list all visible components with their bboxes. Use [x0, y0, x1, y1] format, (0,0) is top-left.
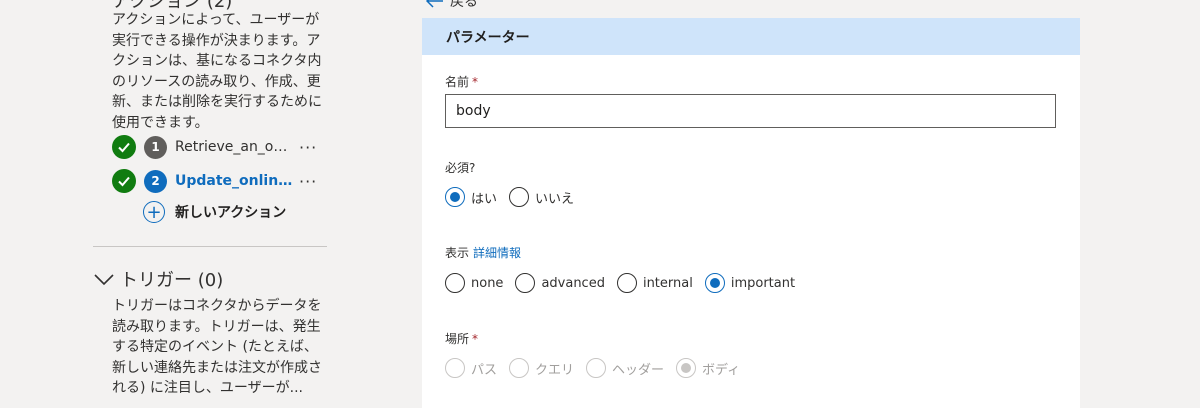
name-label: 名前 * — [445, 73, 478, 90]
more-options-icon[interactable]: ··· — [299, 138, 317, 157]
radio-circle — [509, 187, 530, 207]
triggers-description: トリガーはコネクタからデータを読み取ります。トリガーは、発生する特定のイベント … — [112, 298, 322, 396]
radio-label: ヘッダー — [612, 362, 665, 378]
radio-visibility-internal[interactable]: internal — [616, 273, 693, 293]
left-panel: アクション (2) アクションによって、ユーザーが実行できる操作が決まります。ア… — [0, 0, 400, 396]
name-label-text: 名前 — [445, 75, 470, 89]
required-radio-group: はい いいえ — [445, 187, 586, 207]
action-item-1[interactable]: 1 Retrieve_an_onl... ··· — [112, 134, 317, 160]
radio-visibility-advanced[interactable]: advanced — [515, 273, 605, 293]
radio-circle — [445, 187, 465, 207]
radio-circle — [704, 273, 725, 293]
learn-more-link[interactable]: 詳細情報 — [473, 246, 521, 260]
back-label: 戻る — [450, 0, 478, 10]
back-link[interactable]: 戻る — [426, 0, 478, 11]
visibility-label-text: 表示 — [445, 246, 470, 260]
radio-label: いいえ — [535, 191, 575, 207]
radio-label: advanced — [541, 275, 605, 291]
radio-label: none — [471, 275, 504, 291]
location-radio-group: パス クエリ ヘッダー ボディ — [445, 358, 752, 378]
action-name[interactable]: Update_online... — [175, 173, 293, 189]
name-input[interactable]: body — [445, 94, 1056, 128]
radio-circle — [586, 358, 607, 378]
radio-label: internal — [642, 275, 693, 291]
radio-circle — [676, 358, 697, 378]
required-asterisk: * — [472, 75, 479, 89]
radio-circle — [445, 358, 465, 378]
new-action-label: 新しいアクション — [175, 205, 287, 221]
radio-label: はい — [471, 191, 498, 207]
radio-location-query[interactable]: クエリ — [509, 358, 574, 378]
action-name[interactable]: Retrieve_an_onl... — [175, 139, 293, 155]
action-item-2[interactable]: 2 Update_online... ··· — [112, 168, 317, 194]
radio-required-no[interactable]: いいえ — [509, 187, 574, 207]
radio-circle — [616, 273, 637, 293]
action-number-badge: 1 — [144, 135, 167, 159]
radio-label: パス — [471, 362, 498, 378]
parameter-card: パラメーター 名前 * body 必須? はい いいえ 表示 詳細情報 none a… — [422, 18, 1080, 408]
new-action-button[interactable]: + 新しいアクション — [143, 201, 286, 223]
radio-label: クエリ — [535, 362, 575, 378]
radio-location-header[interactable]: ヘッダー — [586, 358, 664, 378]
required-label: 必須? — [445, 161, 476, 175]
radio-location-path[interactable]: パス — [445, 358, 497, 378]
plus-icon: + — [143, 201, 165, 223]
arrow-left-icon — [426, 0, 443, 8]
radio-circle — [515, 273, 536, 293]
radio-visibility-important[interactable]: important — [704, 273, 796, 293]
visibility-radio-group: none advanced internal important — [445, 273, 807, 293]
chevron-down-icon — [94, 274, 114, 286]
actions-description: アクションによって、ユーザーが実行できる操作が決まります。アクションは、基になる… — [112, 12, 322, 131]
radio-circle — [509, 358, 530, 378]
radio-required-yes[interactable]: はい — [445, 187, 497, 207]
divider — [93, 246, 327, 247]
location-label: 場所 * — [445, 330, 478, 347]
success-check-icon — [112, 169, 136, 193]
radio-visibility-none[interactable]: none — [445, 273, 503, 293]
radio-location-body[interactable]: ボディ — [676, 358, 740, 378]
radio-label: ボディ — [702, 362, 741, 378]
success-check-icon — [112, 135, 136, 159]
more-options-icon[interactable]: ··· — [299, 172, 317, 191]
radio-label: important — [730, 275, 796, 291]
triggers-section-title: トリガー (0) — [120, 270, 224, 291]
parameter-header: パラメーター — [422, 18, 1080, 55]
required-asterisk: * — [472, 332, 479, 346]
triggers-section-toggle[interactable]: トリガー (0) — [92, 266, 223, 292]
location-label-text: 場所 — [445, 332, 470, 346]
action-number-badge: 2 — [144, 169, 167, 193]
radio-circle — [445, 273, 465, 293]
visibility-label: 表示 詳細情報 — [445, 244, 521, 261]
